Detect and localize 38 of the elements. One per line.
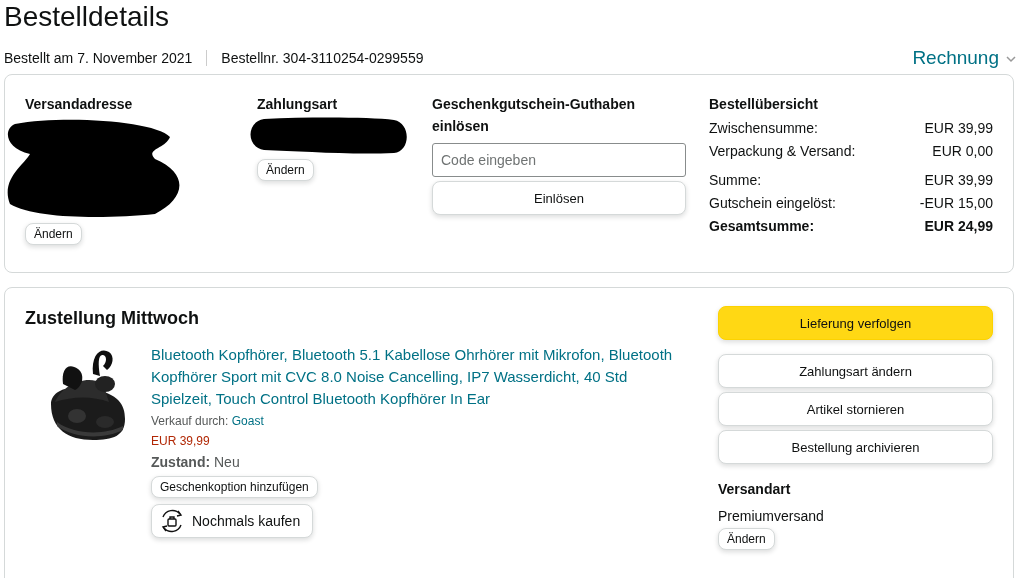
page-title: Bestelldetails <box>3 0 170 34</box>
seller-label: Verkauf durch: <box>151 414 229 428</box>
section-heading: Zahlungsart <box>257 95 338 114</box>
action-button[interactable]: Zahlungsart ändern <box>718 354 993 388</box>
change-button[interactable]: Ändern <box>25 223 82 245</box>
shipping-method-heading: Versandart <box>718 480 791 499</box>
action-button[interactable]: Bestellung archivieren <box>718 430 993 464</box>
summary-label: Verpackung & Versand: <box>709 142 856 161</box>
section-heading: Versandadresse <box>25 95 133 114</box>
summary-label: Summe: <box>709 171 762 190</box>
order-number: Bestellnr. 304-3110254-0299559 <box>221 50 424 66</box>
chevron-down-icon <box>1006 55 1016 63</box>
section-heading: Geschenkgutschein-Guthaben einlösen <box>432 95 637 136</box>
summary-value: -EUR 15,00 <box>919 194 993 213</box>
gift-option-button[interactable]: Geschenkoption hinzufügen <box>151 476 318 498</box>
item-price: EUR 39,99 <box>151 434 210 448</box>
section-heading: Bestellübersicht <box>709 95 818 114</box>
seller-link[interactable]: Goast <box>231 414 264 428</box>
shipping-method: Premiumversand <box>718 508 824 524</box>
product-title-link[interactable]: Bluetooth Kopfhörer, Bluetooth 5.1 Kabellose Ohrhörer mit Mikrofon, Bluetooth Kopfhörer Sport mit CVC 8.0 Noise Cancelling, IP7 Wasserdicht, 40 Std Spielzeit, Touch Control Bluetooth Kopfhörer In Ear <box>151 344 691 410</box>
order-date: Bestellt am 7. November 2021 <box>4 50 193 66</box>
summary-value: EUR 0,00 <box>932 142 993 161</box>
action-button[interactable]: Artikel stornieren <box>718 392 993 426</box>
item-condition: Zustand: Neu <box>151 454 240 470</box>
delivery-heading: Zustellung Mittwoch <box>25 307 200 330</box>
summary-value: EUR 39,99 <box>924 119 993 138</box>
code-input-field[interactable]: Code eingeben <box>432 143 686 177</box>
summary-label: Zwischensumme: <box>709 119 818 138</box>
buy-again-button[interactable]: Nochmals kaufen <box>151 504 314 538</box>
invoice-link[interactable]: Rechnung <box>912 47 1016 69</box>
summary-label: Gesamtsumme: <box>709 217 815 236</box>
redeem-button[interactable]: Einlösen <box>432 181 686 215</box>
summary-value: EUR 39,99 <box>924 171 993 190</box>
change-button[interactable]: Ändern <box>257 159 314 181</box>
summary-label: Gutschein eingelöst: <box>709 194 836 213</box>
action-button[interactable]: Lieferung verfolgen <box>718 306 993 340</box>
change-button[interactable]: Ändern <box>718 528 775 550</box>
summary-value: EUR 24,99 <box>924 217 993 236</box>
